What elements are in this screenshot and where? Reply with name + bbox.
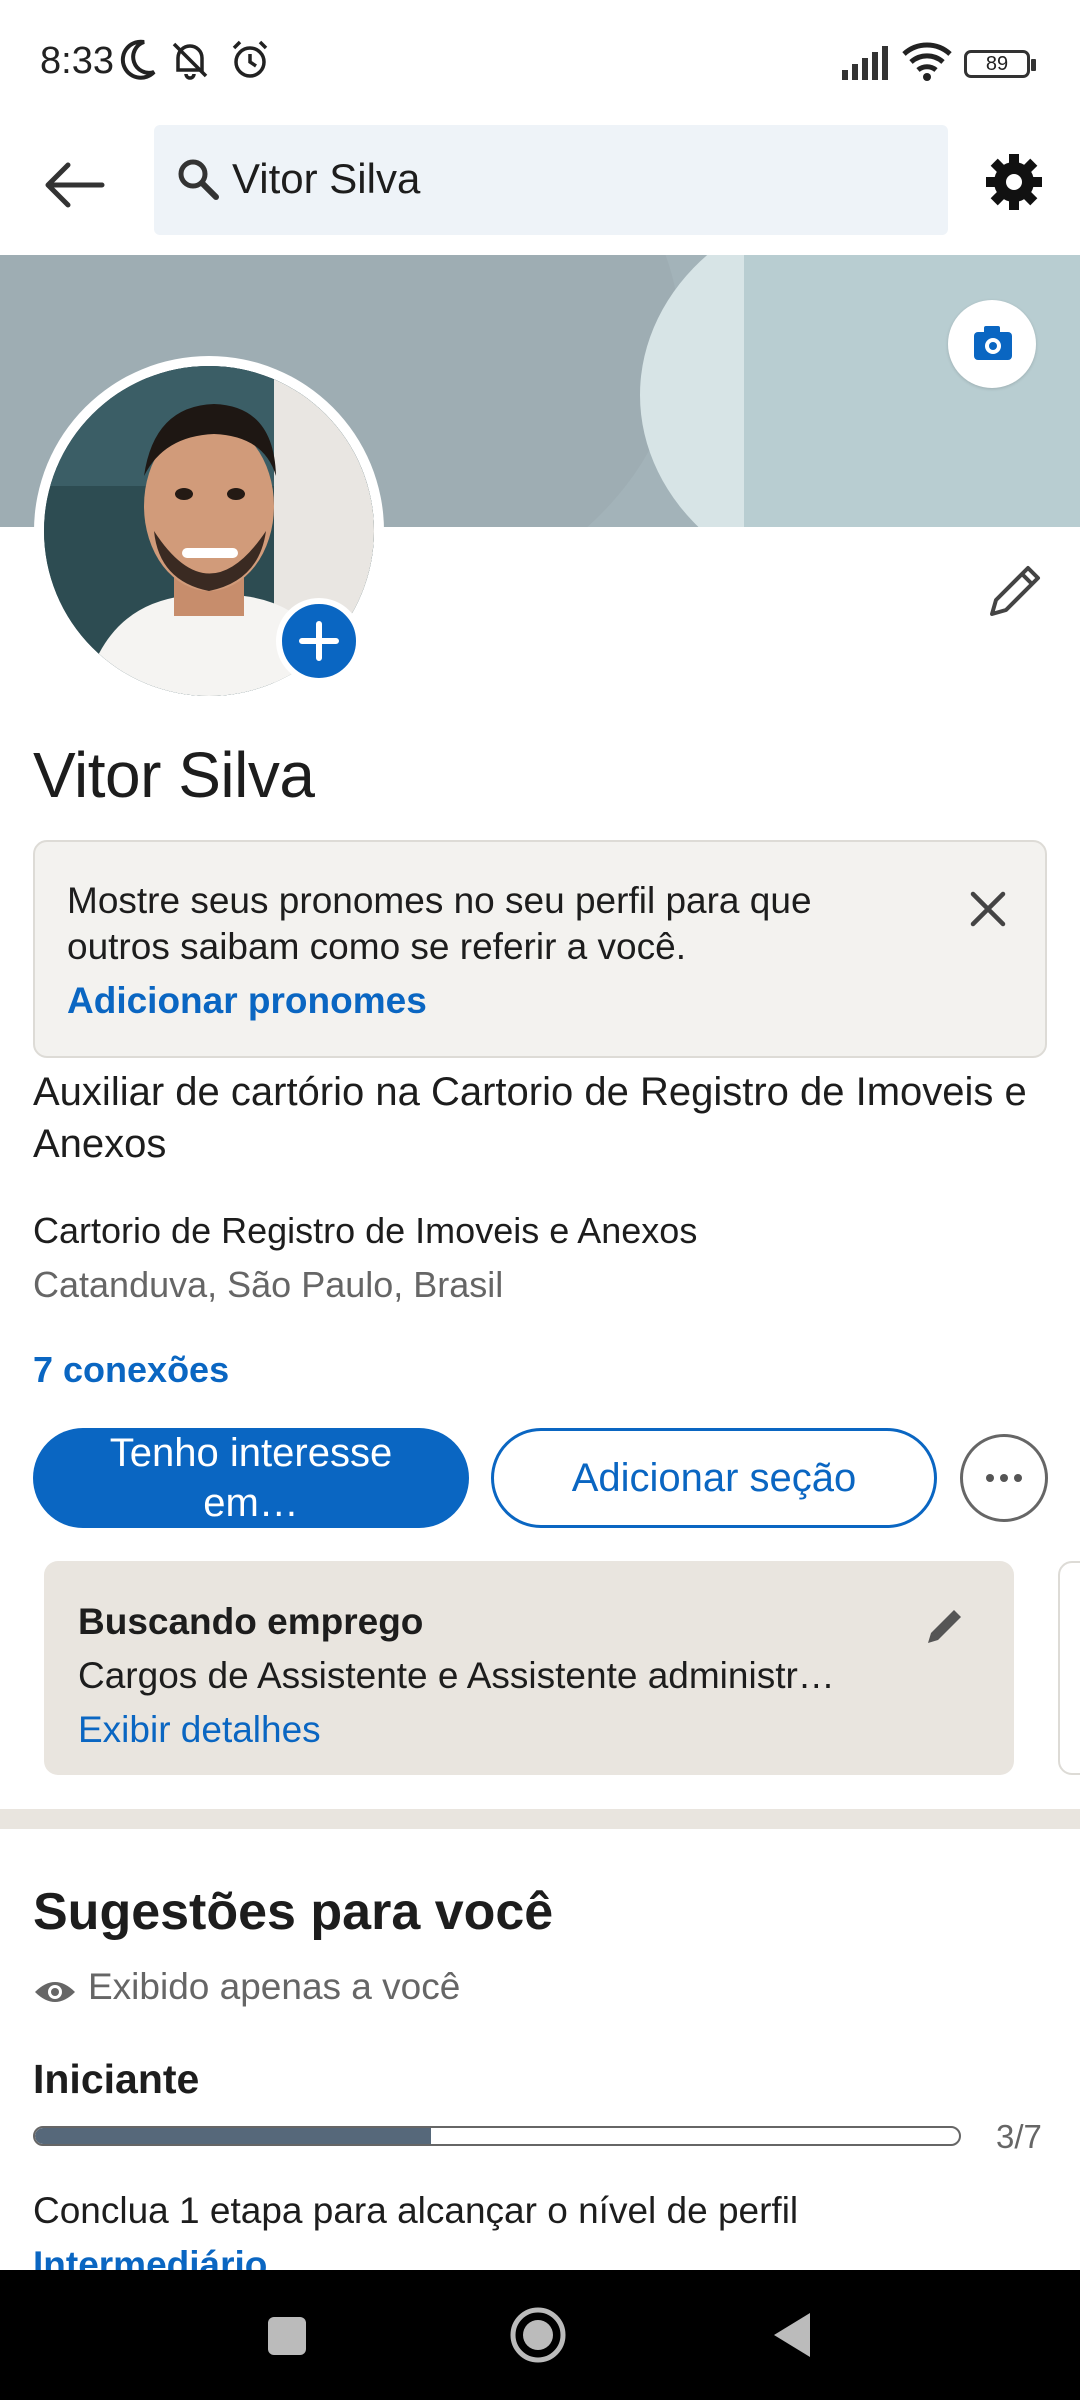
settings-button[interactable] xyxy=(982,150,1046,214)
suggestions-title: Sugestões para você xyxy=(33,1883,554,1941)
signal-icon xyxy=(842,46,892,85)
gear-icon xyxy=(986,154,1042,210)
navigation-bar xyxy=(0,2270,1080,2400)
back-nav-button[interactable] xyxy=(762,2305,822,2365)
muted-bell-icon xyxy=(168,38,212,87)
next-step-text: Conclua 1 etapa para alcançar o nível de… xyxy=(33,2190,799,2231)
more-options-button[interactable] xyxy=(960,1434,1048,1522)
profile-company: Cartorio de Registro de Imoveis e Anexos xyxy=(33,1210,698,1251)
profile-location: Catanduva, São Paulo, Brasil xyxy=(33,1264,504,1305)
profile-progress-bar xyxy=(33,2126,961,2146)
close-icon xyxy=(970,891,1006,927)
battery-icon: 89 xyxy=(964,50,1036,78)
open-to-button[interactable]: Tenho interesse em… xyxy=(33,1428,469,1528)
profile-level: Iniciante xyxy=(33,2056,200,2102)
progress-count: 3/7 xyxy=(996,2118,1042,2155)
status-time: 8:33 xyxy=(40,40,114,82)
edit-cover-button[interactable] xyxy=(948,300,1036,388)
private-note: Exibido apenas a você xyxy=(88,1966,461,2007)
search-header: Vitor Silva xyxy=(0,125,1080,255)
next-card[interactable] xyxy=(1058,1561,1080,1775)
add-photo-button[interactable] xyxy=(276,598,362,684)
view-details-link[interactable]: Exibir detalhes xyxy=(78,1709,321,1751)
cover-shape xyxy=(744,255,1080,527)
pronoun-prompt-card: Mostre seus pronomes no seu perfil para … xyxy=(33,840,1047,1058)
profile-progress-fill xyxy=(35,2128,432,2144)
profile-name: Vitor Silva xyxy=(33,739,315,811)
search-value: Vitor Silva xyxy=(232,155,421,202)
wifi-icon xyxy=(902,42,952,87)
triangle-back-icon xyxy=(774,2313,810,2357)
pencil-icon xyxy=(990,566,1040,616)
more-dots-icon xyxy=(986,1474,1022,1482)
pronoun-prompt-text: Mostre seus pronomes no seu perfil para … xyxy=(67,880,812,967)
open-to-label: Tenho interesse em… xyxy=(109,1431,393,1525)
plus-icon xyxy=(299,621,339,661)
search-icon xyxy=(176,157,220,206)
open-to-work-card[interactable]: Buscando emprego Cargos de Assistente e … xyxy=(44,1561,1014,1775)
pencil-icon xyxy=(928,1610,961,1643)
section-divider xyxy=(0,1809,1080,1829)
open-to-work-detail: Cargos de Assistente e Assistente admini… xyxy=(78,1655,835,1696)
edit-open-to-work-button[interactable] xyxy=(920,1601,970,1651)
home-button[interactable] xyxy=(508,2305,568,2365)
back-button[interactable] xyxy=(40,150,110,220)
close-button[interactable] xyxy=(961,882,1015,936)
profile-headline: Auxiliar de cartório na Cartorio de Regi… xyxy=(33,1070,1027,1166)
add-section-label: Adicionar seção xyxy=(571,1456,857,1500)
connections-link[interactable]: 7 conexões xyxy=(33,1349,229,1391)
alarm-icon xyxy=(228,38,272,87)
moon-icon xyxy=(118,38,158,87)
add-pronouns-link[interactable]: Adicionar pronomes xyxy=(67,980,427,1022)
square-icon xyxy=(268,2317,306,2355)
eye-icon xyxy=(33,1970,77,2019)
back-arrow-icon xyxy=(45,162,105,208)
camera-icon xyxy=(974,326,1012,360)
recents-button[interactable] xyxy=(258,2305,318,2365)
edit-intro-button[interactable] xyxy=(980,556,1050,626)
circle-icon xyxy=(510,2307,566,2363)
open-to-work-title: Buscando emprego xyxy=(78,1601,424,1642)
add-section-button[interactable]: Adicionar seção xyxy=(491,1428,937,1528)
search-input[interactable]: Vitor Silva xyxy=(154,125,948,235)
status-bar: 8:33 89 xyxy=(0,0,1080,125)
